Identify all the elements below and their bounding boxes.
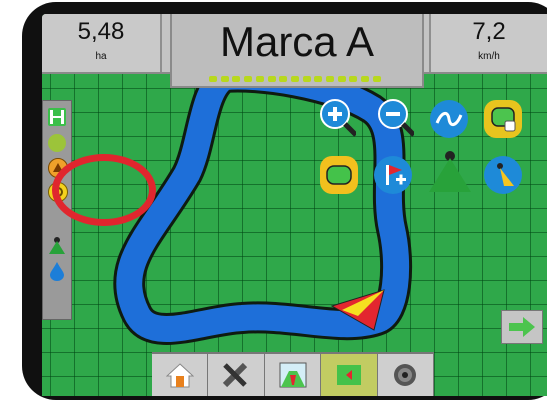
boundary-bracket-icon[interactable] <box>48 108 66 126</box>
guidance-screen: 5,48 ha 7,2 km/h Marca A <box>42 14 547 396</box>
area-unit: ha <box>95 51 107 62</box>
camera-icon <box>394 364 417 386</box>
speed-value: 7,2 <box>472 18 506 45</box>
lightbar-led <box>279 76 288 82</box>
lightbar-led <box>220 76 229 82</box>
boundary-icon[interactable] <box>320 156 358 194</box>
lightbar-led <box>290 76 299 82</box>
guideline-title-tab[interactable]: Marca A <box>170 14 424 88</box>
marker-a-icon[interactable] <box>48 134 66 152</box>
home-icon <box>165 363 194 388</box>
lightbar-led <box>302 76 311 82</box>
guidance-mode-icon[interactable] <box>430 100 468 138</box>
zoom-out-icon[interactable] <box>376 98 414 137</box>
overhead-view-icon[interactable] <box>484 156 522 194</box>
lightbar <box>209 76 381 82</box>
lightbar-led <box>314 76 323 82</box>
bottom-tab-bar <box>152 352 435 396</box>
lightbar-led <box>326 76 335 82</box>
area-value: 5,48 <box>77 18 125 45</box>
tab-tools[interactable] <box>208 354 265 396</box>
tab-home[interactable] <box>152 354 209 396</box>
vehicle-icon[interactable] <box>48 237 66 255</box>
add-flag-icon[interactable] <box>374 156 412 194</box>
zoom-in-icon[interactable] <box>318 98 356 137</box>
lightbar-led <box>255 76 264 82</box>
tools-icon <box>222 362 248 388</box>
speed-readout[interactable]: 7,2 km/h <box>429 14 547 72</box>
lightbar-led <box>232 76 241 82</box>
speed-unit: km/h <box>478 51 500 62</box>
tab-camera[interactable] <box>377 354 435 396</box>
page-title: Marca A <box>219 18 375 65</box>
map-view-icon <box>336 365 361 385</box>
field-guidance-icon <box>279 362 307 388</box>
lightbar-led <box>267 76 276 82</box>
tab-map-view[interactable] <box>321 354 378 396</box>
area-readout[interactable]: 5,48 ha <box>42 14 162 72</box>
lightbar-led <box>209 76 217 82</box>
lightbar-led <box>349 76 358 82</box>
clear-boundary-icon[interactable] <box>484 100 522 138</box>
lightbar-led <box>361 76 370 82</box>
lightbar-led <box>372 76 381 82</box>
highlight-ring <box>52 154 156 226</box>
lightbar-led <box>337 76 346 82</box>
lightbar-led <box>244 76 253 82</box>
tab-field-guidance[interactable] <box>264 354 322 396</box>
next-arrow-button[interactable] <box>501 310 543 344</box>
water-drop-icon[interactable] <box>48 261 66 281</box>
perspective-view-icon[interactable] <box>428 150 472 194</box>
